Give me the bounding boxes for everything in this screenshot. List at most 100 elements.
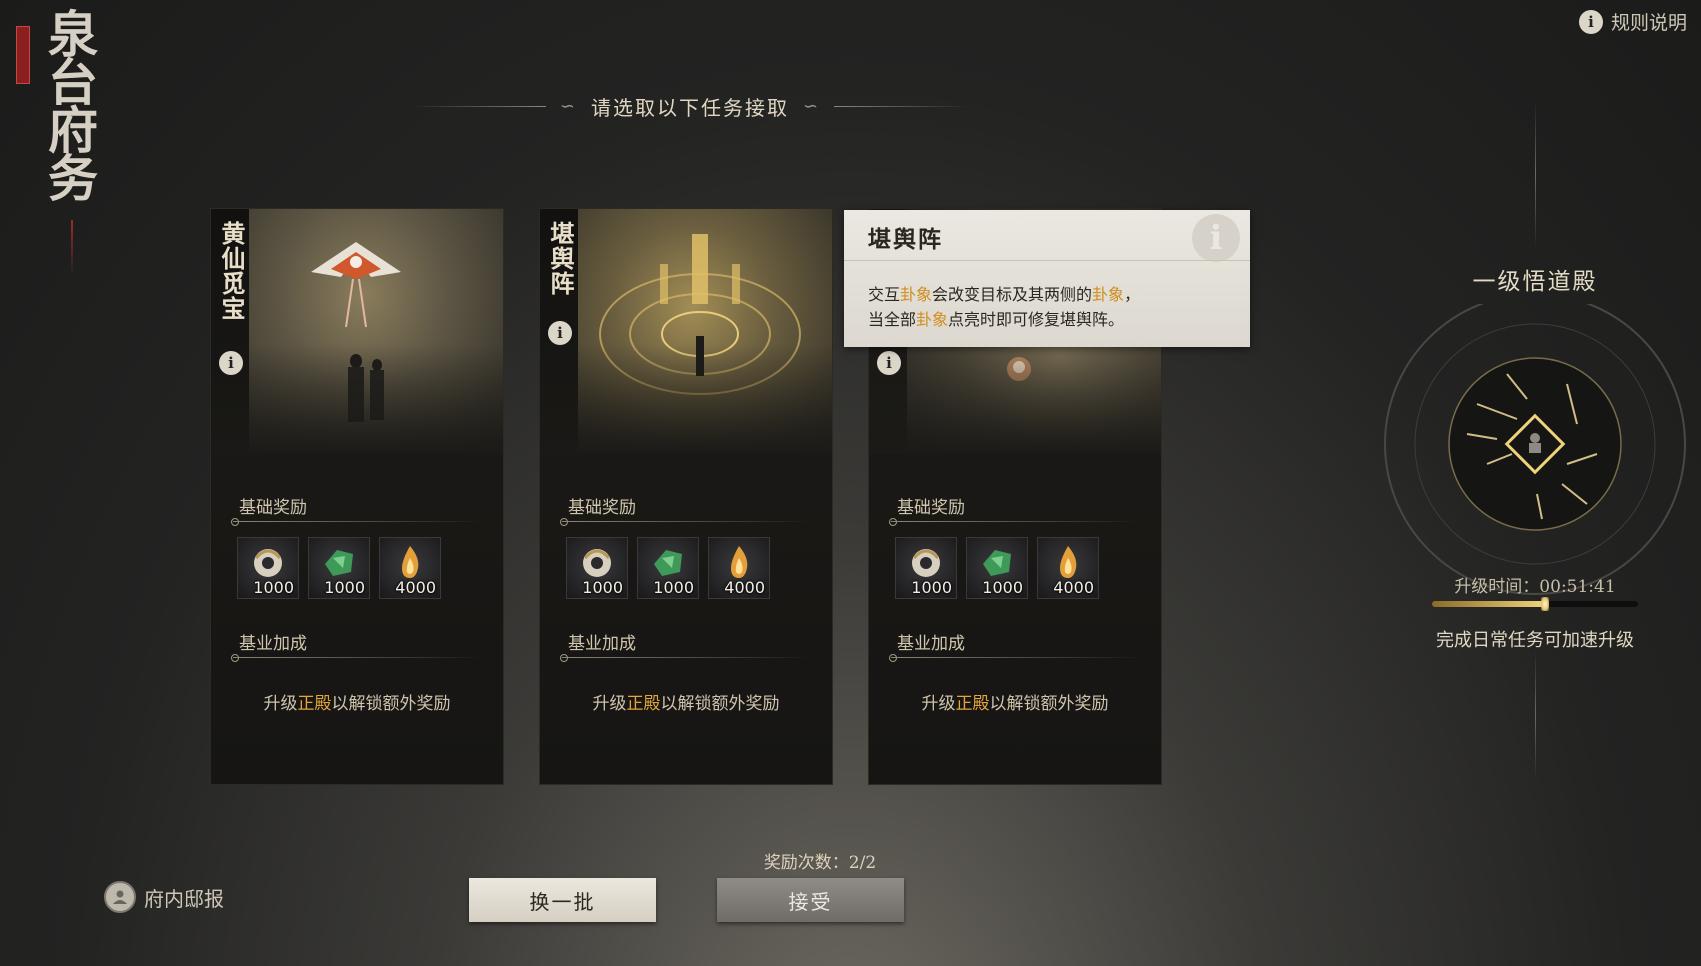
- card-info-icon[interactable]: i: [548, 321, 572, 345]
- reward-amount: 4000: [1053, 578, 1094, 597]
- reward-amount: 4000: [724, 578, 765, 597]
- reward-amount: 1000: [582, 578, 623, 597]
- info-icon: i: [1578, 9, 1603, 34]
- card-info-icon[interactable]: i: [877, 351, 901, 375]
- reward-item[interactable]: 4000: [708, 537, 770, 599]
- art-fade: [211, 344, 503, 454]
- red-thread-ornament: [71, 220, 73, 278]
- reward-amount: 1000: [911, 578, 952, 597]
- mansion-news-button[interactable]: 府内邸报: [104, 881, 224, 913]
- cloud-ornament-icon: ∽: [559, 96, 577, 117]
- kite-icon: [311, 242, 401, 328]
- upgrade-time: 升级时间：00:51:41: [1454, 577, 1616, 597]
- unlock-hint: 升级正殿以解锁额外奖励: [263, 694, 451, 714]
- highlight-text: 正殿: [626, 694, 661, 714]
- reward-item[interactable]: 1000: [308, 537, 370, 599]
- tooltip-line-1: 交互卦象会改变目标及其两侧的卦象，: [868, 285, 1141, 304]
- page-heading: ∽ 请选取以下任务接取 ∽: [410, 92, 970, 121]
- thread-ornament: [1535, 650, 1536, 780]
- base-reward-label: 基础奖励: [568, 498, 636, 518]
- section-divider: [562, 521, 812, 522]
- reward-item[interactable]: 1000: [237, 537, 299, 599]
- flame-icon: [1060, 546, 1077, 578]
- section-divider: [891, 521, 1141, 522]
- reward-amount: 1000: [653, 578, 694, 597]
- bonus-label: 基业加成: [897, 634, 965, 654]
- news-avatar-icon: [104, 881, 136, 913]
- tooltip-divider: [844, 260, 1250, 261]
- green-jade-icon: [983, 550, 1011, 576]
- bonus-label: 基业加成: [239, 634, 307, 654]
- flame-icon: [402, 546, 419, 578]
- section-dot: [560, 518, 568, 526]
- base-reward-label: 基础奖励: [239, 498, 307, 518]
- reward-amount: 1000: [324, 578, 365, 597]
- unlock-hint: 升级正殿以解锁额外奖励: [921, 694, 1109, 714]
- section-divider: [233, 521, 483, 522]
- green-jade-icon: [654, 550, 682, 576]
- reward-count: 奖励次数：2/2: [763, 853, 877, 873]
- news-label: 府内邸报: [144, 886, 224, 911]
- task-card-1[interactable]: 黄仙觅宝 i 基础奖励 1000 1000 4000 基业加成 升级正殿以解锁额…: [211, 209, 503, 784]
- upgrade-hint: 完成日常任务可加速升级: [1436, 630, 1634, 651]
- card-info-icon[interactable]: i: [219, 351, 243, 375]
- section-dot: [231, 518, 239, 526]
- reward-item[interactable]: 1000: [966, 537, 1028, 599]
- highlight-text: 正殿: [955, 694, 990, 714]
- heading-text: 请选取以下任务接取: [591, 96, 789, 120]
- jade-disc-icon: [254, 549, 282, 577]
- green-jade-icon: [325, 550, 353, 576]
- reward-item[interactable]: 4000: [1037, 537, 1099, 599]
- rules-button[interactable]: i 规则说明: [1578, 8, 1687, 35]
- hall-title: 一级悟道殿: [1472, 269, 1598, 295]
- art-fade: [869, 344, 1161, 454]
- unlock-hint: 升级正殿以解锁额外奖励: [592, 694, 780, 714]
- reward-item[interactable]: 1000: [637, 537, 699, 599]
- reward-amount: 4000: [395, 578, 436, 597]
- reward-list: 1000 1000 4000: [566, 537, 770, 599]
- jade-disc-icon: [583, 549, 611, 577]
- card-title: 黄仙觅宝: [217, 221, 246, 321]
- reward-amount: 1000: [253, 578, 294, 597]
- heading-divider-right: [834, 106, 970, 107]
- art-fade: [540, 344, 832, 454]
- reward-item[interactable]: 1000: [566, 537, 628, 599]
- bonus-label: 基业加成: [568, 634, 636, 654]
- swap-batch-button[interactable]: 换一批: [469, 878, 656, 922]
- task-artwork: [540, 209, 832, 454]
- jade-disc-icon: [912, 549, 940, 577]
- seal-stamp: [16, 26, 30, 84]
- upgrade-progress-bar: [1432, 597, 1638, 611]
- section-dot: [889, 654, 897, 662]
- base-reward-label: 基础奖励: [897, 498, 965, 518]
- heading-divider-left: [410, 106, 546, 107]
- flame-icon: [731, 546, 748, 578]
- tooltip-info-icon: i: [1192, 214, 1240, 262]
- tooltip-line-2: 当全部卦象点亮时即可修复堪舆阵。: [868, 310, 1125, 329]
- section-dot: [560, 654, 568, 662]
- reward-list: 1000 1000 4000: [895, 537, 1099, 599]
- section-divider: [562, 657, 812, 658]
- tooltip-body: 交互卦象会改变目标及其两侧的卦象， 当全部卦象点亮时即可修复堪舆阵。: [868, 282, 1232, 332]
- rules-label: 规则说明: [1610, 12, 1687, 34]
- accept-button[interactable]: 接受: [717, 878, 904, 922]
- reward-item[interactable]: 1000: [895, 537, 957, 599]
- card-title: 堪舆阵: [546, 221, 575, 296]
- cloud-ornament-icon: ∽: [803, 96, 821, 117]
- logo-title: 泉台府务: [40, 8, 99, 200]
- section-dot: [889, 518, 897, 526]
- reward-amount: 1000: [982, 578, 1023, 597]
- highlight-text: 正殿: [297, 694, 332, 714]
- game-logo: 泉台府务: [16, 8, 99, 278]
- tooltip-title: 堪舆阵: [868, 226, 943, 253]
- task-card-2[interactable]: 堪舆阵 i 基础奖励 1000 1000 4000 基业加成 升级正殿以解锁额外…: [540, 209, 832, 784]
- section-divider: [233, 657, 483, 658]
- reward-item[interactable]: 4000: [379, 537, 441, 599]
- section-dot: [231, 654, 239, 662]
- section-divider: [891, 657, 1141, 658]
- progress-fill: [1432, 601, 1546, 607]
- thread-ornament: [1535, 100, 1536, 250]
- progress-tip: [1541, 597, 1550, 611]
- reward-list: 1000 1000 4000: [237, 537, 441, 599]
- info-tooltip: i 堪舆阵 交互卦象会改变目标及其两侧的卦象， 当全部卦象点亮时即可修复堪舆阵。: [844, 210, 1250, 347]
